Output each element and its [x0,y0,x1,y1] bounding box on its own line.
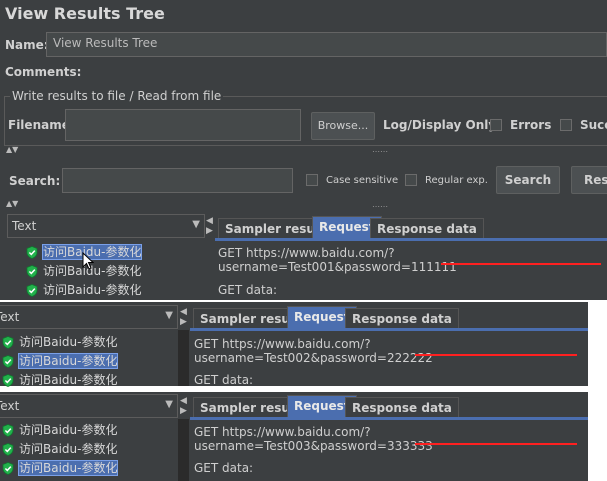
tree-item[interactable]: 访问Baidu-参数化 [0,333,178,352]
tree-item-label: 访问Baidu-参数化 [19,423,118,437]
get-data-label: GET data: [194,373,254,387]
request-url: GET https://www.baidu.com/?username=Test… [218,246,457,274]
result-tree: 访问Baidu-参数化 访问Baidu-参数化 访问Baidu-参数化 [26,243,206,300]
browse-button[interactable]: Browse... [311,112,375,140]
regular-exp-label: Regular exp. [425,175,488,186]
underline-mark [441,263,601,265]
case-sensitive-label: Case sensitive [326,175,399,186]
tab-underline [190,417,588,420]
tree-item-label: 访问Baidu-参数化 [19,442,118,456]
result-tabs: Sampler result Request Response data [193,306,593,330]
case-sensitive-checkbox[interactable] [306,174,318,186]
filename-input[interactable] [65,109,301,141]
splitter-arrow-icon[interactable]: ◀ ▶ [180,307,187,327]
successes-label: Succ [580,118,607,132]
regular-exp-checkbox[interactable] [405,174,417,186]
search-input[interactable] [62,168,293,193]
underline-mark [415,354,577,356]
get-data-label: GET data: [218,283,278,297]
errors-checkbox[interactable] [490,119,502,131]
tree-item[interactable]: 访问Baidu-参数化 [0,352,178,371]
errors-label: Errors [510,118,552,132]
tree-header[interactable]: Text ▼ [7,214,205,238]
splitter-arrow-icon[interactable]: ◀ ▶ [180,396,187,416]
name-label: Name: [5,38,49,52]
tree-header[interactable]: Text ▼ [0,305,178,329]
log-display-label: Log/Display Only: [383,118,501,132]
tab-response-data[interactable]: Response data [345,308,459,330]
splitter-grip-icon[interactable]: ⋯⋯ [372,203,388,211]
name-input[interactable]: View Results Tree [46,32,607,57]
success-shield-icon [2,462,14,475]
filename-label: Filename [8,118,70,132]
splitter-grip-icon[interactable]: ⋯⋯ [372,148,388,156]
mouse-cursor-icon [82,251,95,274]
chevron-down-icon[interactable]: ▼ [165,399,173,410]
tree-item[interactable]: 访问Baidu-参数化 [0,459,178,478]
comments-field[interactable] [75,62,607,80]
result-tabs: Sampler result Request Response data [193,395,593,419]
collapse-arrows-icon[interactable]: ▲▼ [6,200,18,208]
chevron-down-icon[interactable]: ▼ [165,310,173,321]
tree-header-label: Text [12,219,37,233]
tree-item-label: 访问Baidu-参数化 [17,353,119,369]
tree-item[interactable]: 访问Baidu-参数化 [0,371,178,390]
search-label: Search: [9,174,61,188]
success-shield-icon [2,355,14,368]
result-tree: 访问Baidu-参数化 访问Baidu-参数化 访问Baidu-参数化 [0,333,178,390]
tree-item-label: 访问Baidu-参数化 [17,460,119,476]
write-results-group-label: Write results to file / Read from file [10,89,224,103]
tab-underline [190,328,588,331]
reset-button[interactable]: Res [571,166,607,194]
success-shield-icon [26,265,38,278]
page-title: View Results Tree [5,4,165,23]
result-panel-3: Text ▼ ◀▶ 访问Baidu-参数化访问Baidu-参数化访问Baidu-… [0,392,588,481]
tree-item[interactable]: 访问Baidu-参数化 [26,262,206,281]
result-tree: 访问Baidu-参数化 访问Baidu-参数化 访问Baidu-参数化 [0,421,178,478]
success-shield-icon [2,443,14,456]
success-shield-icon [26,246,38,259]
success-shield-icon [26,284,38,297]
splitter-arrow-icon[interactable]: ◀ ▶ [206,216,213,236]
underline-mark [415,443,577,445]
tree-item[interactable]: 访问Baidu-参数化 [0,421,178,440]
tree-divider [178,419,189,481]
search-button[interactable]: Search [496,166,560,194]
tree-header-label: Text [0,310,20,324]
tree-divider [178,330,189,386]
request-url: GET https://www.baidu.com/?username=Test… [194,425,433,453]
success-shield-icon [2,336,14,349]
collapse-arrows-icon[interactable]: ▲▼ [6,146,18,154]
chevron-down-icon[interactable]: ▼ [192,219,200,230]
get-data-label: GET data: [194,461,254,475]
result-panel-2: Text ▼ ◀▶ 访问Baidu-参数化访问Baidu-参数化访问Baidu-… [0,302,588,387]
tab-response-data[interactable]: Response data [370,218,484,240]
tree-item[interactable]: 访问Baidu-参数化 [26,281,206,300]
tree-item-label: 访问Baidu-参数化 [43,283,142,297]
tree-item[interactable]: 访问Baidu-参数化 [26,243,206,262]
tab-response-data[interactable]: Response data [345,397,459,419]
result-tabs: Sampler result Request Response data [218,216,607,240]
tree-item-label: 访问Baidu-参数化 [19,373,118,387]
success-shield-icon [2,424,14,437]
tree-header[interactable]: Text ▼ [0,394,178,418]
tree-header-label: Text [0,399,20,413]
tree-item-label: 访问Baidu-参数化 [19,335,118,349]
tree-item[interactable]: 访问Baidu-参数化 [0,440,178,459]
comments-label: Comments: [5,65,82,79]
successes-checkbox[interactable] [560,119,572,131]
success-shield-icon [2,374,14,387]
request-url: GET https://www.baidu.com/?username=Test… [194,337,433,365]
tab-underline [215,238,607,241]
